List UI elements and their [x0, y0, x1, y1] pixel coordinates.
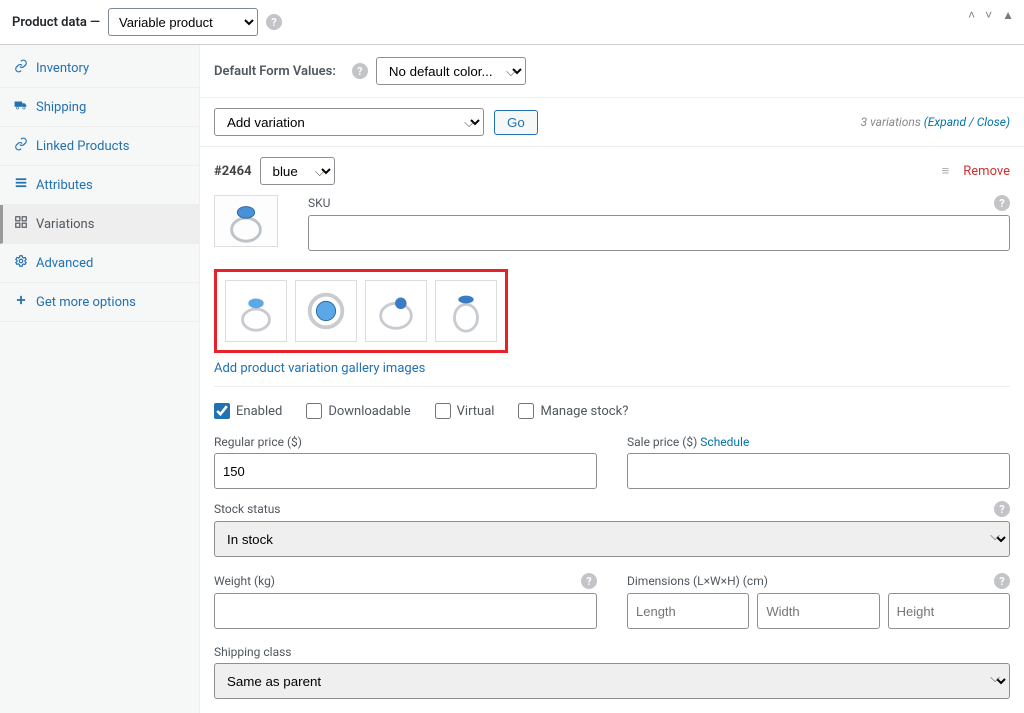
- sku-label: SKU: [308, 196, 330, 210]
- sidebar-item-label: Shipping: [36, 100, 86, 115]
- checkbox-row: Enabled Downloadable Virtual Manage stoc…: [214, 399, 1010, 419]
- weight-input[interactable]: [214, 593, 597, 629]
- remove-link[interactable]: Remove: [963, 164, 1010, 179]
- height-input[interactable]: [888, 593, 1010, 629]
- sidebar-item-label: Advanced: [36, 256, 93, 271]
- collapse-triangle-icon[interactable]: ▲: [1002, 8, 1014, 22]
- sidebar-item-label: Inventory: [36, 61, 89, 76]
- default-color-select[interactable]: No default color...: [376, 57, 526, 85]
- length-input[interactable]: [627, 593, 749, 629]
- help-icon[interactable]: ?: [581, 573, 597, 589]
- tabs-sidebar: Inventory Shipping Linked Products Attri…: [0, 45, 200, 713]
- stock-status-label: Stock status: [214, 502, 281, 516]
- add-variation-select[interactable]: Add variation: [214, 108, 484, 136]
- sidebar-item-shipping[interactable]: Shipping: [0, 88, 199, 127]
- sidebar-item-variations[interactable]: Variations: [0, 205, 199, 244]
- drag-handle-icon[interactable]: ≡: [942, 163, 950, 179]
- collapse-down-icon[interactable]: ˅: [985, 8, 992, 22]
- shipping-class-label: Shipping class: [214, 645, 292, 659]
- weight-label: Weight (kg): [214, 574, 275, 588]
- main-panel: Default Form Values: ? No default color.…: [200, 45, 1024, 713]
- dimensions-label: Dimensions (L×W×H) (cm): [627, 574, 768, 588]
- variation-attr-select[interactable]: blue: [260, 157, 335, 185]
- help-icon[interactable]: ?: [352, 63, 368, 79]
- sale-price-input[interactable]: [627, 453, 1010, 489]
- virtual-checkbox[interactable]: Virtual: [435, 403, 495, 419]
- stock-status-select[interactable]: In stock: [214, 521, 1010, 557]
- sku-input[interactable]: [308, 215, 1010, 251]
- shipping-class-select[interactable]: Same as parent: [214, 663, 1010, 699]
- expand-close-link[interactable]: (Expand / Close): [924, 115, 1010, 129]
- regular-price-label: Regular price ($): [214, 435, 302, 449]
- help-icon[interactable]: ?: [994, 501, 1010, 517]
- enabled-checkbox[interactable]: Enabled: [214, 403, 282, 419]
- gallery-thumb-3[interactable]: [365, 280, 427, 342]
- sidebar-item-label: Variations: [36, 217, 94, 232]
- sidebar-item-label: Attributes: [36, 178, 93, 193]
- default-form-label: Default Form Values:: [214, 64, 336, 79]
- sidebar-item-linked[interactable]: Linked Products: [0, 127, 199, 166]
- go-button[interactable]: Go: [494, 110, 538, 135]
- collapse-up-icon[interactable]: ˄: [968, 8, 975, 22]
- variations-count: 3 variations (Expand / Close): [861, 115, 1010, 129]
- plus-icon: [14, 293, 28, 311]
- gallery-highlight: [214, 269, 508, 353]
- sidebar-item-getmore[interactable]: Get more options: [0, 283, 199, 322]
- help-icon[interactable]: ?: [266, 14, 282, 30]
- gear-icon: [14, 254, 28, 272]
- variation-header[interactable]: #2464 blue ≡ Remove: [200, 147, 1024, 195]
- product-data-header: Product data — Variable product ? ˄ ˅ ▲: [0, 0, 1024, 45]
- default-form-row: Default Form Values: ? No default color.…: [200, 45, 1024, 98]
- gallery-thumb-2[interactable]: [295, 280, 357, 342]
- header-title: Product data —: [12, 15, 100, 30]
- add-gallery-link[interactable]: Add product variation gallery images: [214, 361, 425, 376]
- sidebar-item-label: Get more options: [36, 295, 136, 310]
- sidebar-item-attributes[interactable]: Attributes: [0, 166, 199, 205]
- gallery-thumb-1[interactable]: [225, 280, 287, 342]
- variation-main-image[interactable]: [214, 195, 278, 247]
- sidebar-item-advanced[interactable]: Advanced: [0, 244, 199, 283]
- help-icon[interactable]: ?: [994, 573, 1010, 589]
- schedule-link[interactable]: Schedule: [700, 435, 749, 449]
- sidebar-item-inventory[interactable]: Inventory: [0, 49, 199, 88]
- downloadable-checkbox[interactable]: Downloadable: [306, 403, 410, 419]
- variation-id: #2464: [214, 164, 252, 179]
- product-type-select[interactable]: Variable product: [108, 8, 258, 36]
- link-icon: [14, 137, 28, 155]
- help-icon[interactable]: ?: [994, 195, 1010, 211]
- panel-toggles: ˄ ˅ ▲: [968, 8, 1014, 22]
- sidebar-item-label: Linked Products: [36, 139, 129, 154]
- truck-icon: [14, 98, 28, 116]
- grid-icon: [14, 215, 28, 233]
- regular-price-input[interactable]: [214, 453, 597, 489]
- manage-stock-checkbox[interactable]: Manage stock?: [518, 403, 628, 419]
- list-icon: [14, 176, 28, 194]
- add-variation-row: Add variation Go 3 variations (Expand / …: [200, 98, 1024, 147]
- gallery-thumb-4[interactable]: [435, 280, 497, 342]
- sale-price-label: Sale price ($): [627, 435, 697, 449]
- link-icon: [14, 59, 28, 77]
- width-input[interactable]: [757, 593, 879, 629]
